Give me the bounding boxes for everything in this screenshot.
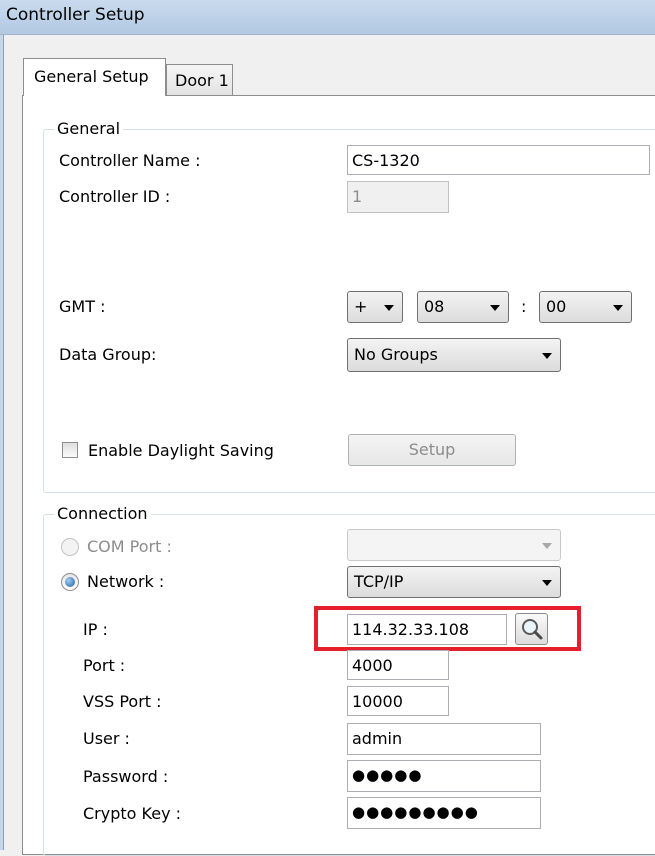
controller-id-label: Controller ID : xyxy=(59,187,171,206)
general-group-legend: General xyxy=(54,119,124,138)
daylight-saving-label[interactable]: Enable Daylight Saving xyxy=(88,441,274,460)
ip-label: IP : xyxy=(83,620,108,639)
network-radio[interactable] xyxy=(61,573,79,591)
gmt-hours-select[interactable]: 08 xyxy=(417,291,509,323)
chevron-down-icon xyxy=(542,353,552,359)
crypto-key-field[interactable]: ●●●●●●●●● xyxy=(347,797,541,829)
window-title: Controller Setup xyxy=(6,5,145,25)
data-group-value: No Groups xyxy=(354,345,438,364)
gmt-sign-value: + xyxy=(354,297,368,316)
password-field[interactable]: ●●●●● xyxy=(347,760,541,792)
tab-door-1-label: Door 1 xyxy=(175,71,229,90)
ip-highlight-box xyxy=(314,606,581,651)
tab-door-1[interactable]: Door 1 xyxy=(166,64,233,96)
gmt-sign-select[interactable]: + xyxy=(347,291,403,323)
user-label: User : xyxy=(83,729,130,748)
controller-id-field: 1 xyxy=(347,181,449,213)
gmt-hours-value: 08 xyxy=(424,297,445,316)
port-field[interactable]: 4000 xyxy=(347,650,449,680)
port-label: Port : xyxy=(83,656,126,675)
crypto-key-label: Crypto Key : xyxy=(83,804,182,823)
network-label: Network : xyxy=(87,572,165,591)
network-select[interactable]: TCP/IP xyxy=(347,566,561,598)
chevron-down-icon xyxy=(542,580,552,586)
chevron-down-icon xyxy=(384,305,394,311)
setup-button-label: Setup xyxy=(408,440,456,459)
com-port-radio xyxy=(61,538,79,556)
gmt-minutes-value: 00 xyxy=(546,297,567,316)
setup-button: Setup xyxy=(348,434,516,466)
chevron-down-icon xyxy=(542,543,552,549)
chevron-down-icon xyxy=(613,305,623,311)
controller-name-label: Controller Name : xyxy=(59,151,201,170)
gmt-label: GMT : xyxy=(59,297,106,316)
gmt-minutes-select[interactable]: 00 xyxy=(539,291,632,323)
gmt-separator: : xyxy=(521,297,527,316)
vss-port-field[interactable]: 10000 xyxy=(347,686,449,716)
password-label: Password : xyxy=(83,767,169,786)
window-frame xyxy=(0,35,4,850)
title-bar: Controller Setup xyxy=(0,0,655,35)
data-group-select[interactable]: No Groups xyxy=(347,338,561,372)
user-field[interactable]: admin xyxy=(347,723,541,755)
data-group-label: Data Group: xyxy=(59,345,157,364)
daylight-saving-checkbox[interactable] xyxy=(62,442,78,458)
com-port-label: COM Port : xyxy=(87,537,172,556)
chevron-down-icon xyxy=(490,305,500,311)
tab-general-setup-label: General Setup xyxy=(34,67,149,86)
vss-port-label: VSS Port : xyxy=(83,692,162,711)
connection-group-legend: Connection xyxy=(54,504,151,523)
tab-general-setup[interactable]: General Setup xyxy=(23,58,166,96)
controller-name-field[interactable]: CS-1320 xyxy=(347,145,650,175)
com-port-select xyxy=(347,529,561,561)
network-value: TCP/IP xyxy=(354,572,404,591)
